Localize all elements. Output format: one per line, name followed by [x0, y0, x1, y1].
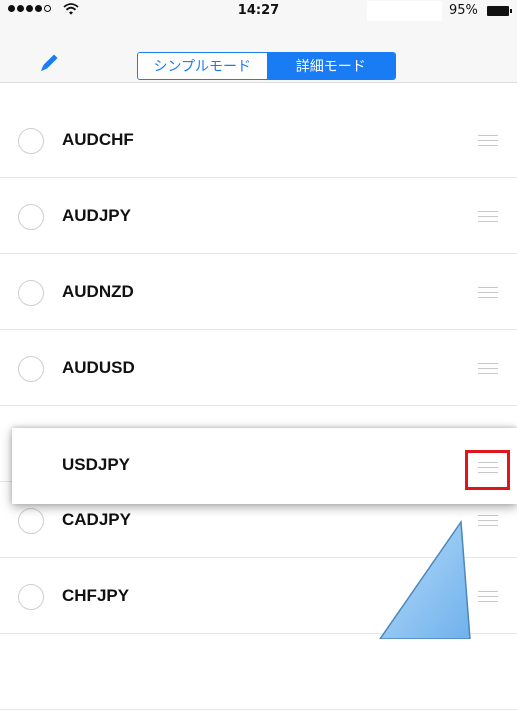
row-separator: [0, 557, 517, 558]
reorder-handle-icon[interactable]: [478, 515, 498, 527]
reorder-handle-icon[interactable]: [478, 135, 498, 147]
list-item[interactable]: AUDCHF: [0, 104, 517, 178]
pair-label: AUDNZD: [62, 282, 134, 301]
battery-icon: [487, 6, 512, 16]
pair-label: USDJPY: [62, 455, 131, 474]
reorder-handle-icon[interactable]: [478, 287, 498, 299]
select-radio[interactable]: [18, 204, 44, 230]
mode-segmented-control: シンプルモード 詳細モード: [137, 52, 396, 80]
select-radio[interactable]: [18, 508, 44, 534]
status-bar: 14:27 95%: [0, 0, 517, 23]
select-radio[interactable]: [18, 280, 44, 306]
pair-label: CHFJPY: [62, 586, 130, 605]
reorder-handle-icon[interactable]: [478, 211, 498, 223]
list-item[interactable]: AUDNZD: [0, 256, 517, 330]
list-item[interactable]: AUDJPY: [0, 180, 517, 254]
pencil-icon[interactable]: [36, 52, 60, 76]
reorder-handle-icon[interactable]: [478, 363, 498, 375]
segment-detail-mode[interactable]: 詳細モード: [266, 53, 395, 79]
row-separator: [0, 329, 517, 330]
nav-bar: シンプルモード 詳細モード: [0, 22, 517, 83]
battery-percentage: 95%: [449, 3, 478, 18]
row-separator: [0, 405, 517, 406]
list-item[interactable]: [0, 636, 517, 710]
dragged-list-item[interactable]: USDJPY: [12, 428, 517, 504]
reorder-handle-icon[interactable]: [478, 591, 498, 603]
select-radio[interactable]: [18, 356, 44, 382]
handle-highlight-box: [465, 450, 510, 490]
list-item[interactable]: CHFJPY: [0, 560, 517, 634]
pair-label: CADJPY: [62, 510, 131, 529]
pair-label: AUDCHF: [62, 130, 134, 149]
row-separator: [0, 253, 517, 254]
status-blank-area: [367, 1, 442, 21]
pair-label: AUDJPY: [62, 206, 131, 225]
row-separator: [0, 633, 517, 634]
row-separator: [0, 177, 517, 178]
list-item[interactable]: AUDUSD: [0, 332, 517, 406]
select-radio[interactable]: [18, 584, 44, 610]
select-radio[interactable]: [18, 128, 44, 154]
pair-label: AUDUSD: [62, 358, 135, 377]
segment-simple-mode[interactable]: シンプルモード: [138, 53, 267, 79]
